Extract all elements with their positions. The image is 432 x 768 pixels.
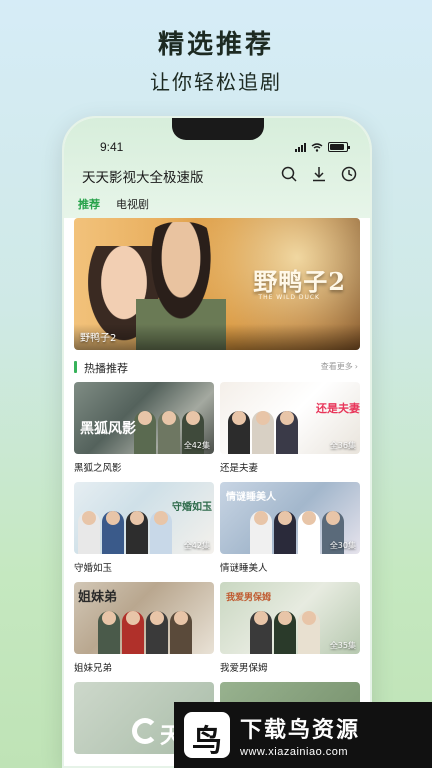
poster-title: 守婚如玉 <box>172 502 212 513</box>
promo-subtitle: 让你轻松追剧 <box>150 70 282 94</box>
show-card[interactable]: 姐妹弟 姐妹兄弟 <box>74 582 214 674</box>
watermark-url: www.xiazainiao.com <box>240 746 349 758</box>
watermark-logo-char: 鸟 <box>192 724 222 759</box>
banner-logo-en: THE WILD DUCK <box>258 294 320 301</box>
wifi-icon <box>311 142 323 152</box>
watermark-name: 下载鸟资源 <box>240 718 361 743</box>
show-title: 守婚如玉 <box>74 563 113 574</box>
watermark-banner: 鸟 下载鸟资源 www.xiazainiao.com <box>174 702 432 768</box>
battery-icon <box>328 142 350 152</box>
show-poster: 守婚如玉 全42集 <box>74 482 214 554</box>
section-accent-bar <box>74 361 77 373</box>
phone-notch <box>172 118 264 140</box>
show-poster: 黑狐风影 全42集 <box>74 382 214 454</box>
episode-count: 全42集 <box>183 441 210 450</box>
poster-title: 还是夫妻 <box>316 402 360 415</box>
brand-c-icon <box>132 718 158 744</box>
show-poster: 还是夫妻 全36集 <box>220 382 360 454</box>
show-card[interactable]: 黑狐风影 全42集 黑狐之风影 <box>74 382 214 474</box>
banner-logo-text: 野鸭子2 <box>253 267 346 296</box>
bird-logo-icon: 鸟 <box>184 712 230 759</box>
featured-banner[interactable]: 野鸭子2 THE WILD DUCK 野鸭子2 <box>74 218 360 350</box>
history-icon[interactable] <box>340 165 358 183</box>
episode-count: 全30集 <box>329 541 356 550</box>
show-poster: 我爱男保姆 全35集 <box>220 582 360 654</box>
show-card[interactable]: 情谜睡美人 全30集 情谜睡美人 <box>220 482 360 574</box>
poster-title: 黑狐风影 <box>80 421 136 437</box>
hot-section-header: 热播推荐 查看更多 › <box>74 358 360 376</box>
signal-icon <box>295 142 306 152</box>
phone-mockup: 9:41 天天影视大全极速版 推荐 电视剧 野鸭子2 THE WILD DUCK… <box>62 116 372 768</box>
banner-caption: 野鸭子2 <box>80 333 117 344</box>
search-icon[interactable] <box>280 165 298 183</box>
status-bar: 9:41 <box>64 140 370 160</box>
chevron-right-icon: › <box>354 362 358 371</box>
see-more-link[interactable]: 查看更多 › <box>321 361 358 372</box>
app-header: 天天影视大全极速版 <box>64 162 370 190</box>
show-poster: 情谜睡美人 全30集 <box>220 482 360 554</box>
show-card[interactable]: 我爱男保姆 全35集 我爱男保姆 <box>220 582 360 674</box>
poster-title: 我爱男保姆 <box>226 593 272 603</box>
show-poster: 姐妹弟 <box>74 582 214 654</box>
poster-title: 情谜睡美人 <box>226 492 276 503</box>
show-title: 姐妹兄弟 <box>74 663 113 674</box>
category-tabs: 推荐 电视剧 <box>78 196 149 212</box>
app-brand-logo: 天 <box>132 716 182 749</box>
tab-tv-series[interactable]: 电视剧 <box>116 196 149 212</box>
promo-title: 精选推荐 <box>157 30 274 60</box>
poster-title: 姐妹弟 <box>78 590 118 605</box>
tab-recommend[interactable]: 推荐 <box>78 196 100 212</box>
show-card[interactable]: 守婚如玉 全42集 守婚如玉 <box>74 482 214 574</box>
show-title: 情谜睡美人 <box>220 563 268 574</box>
section-title: 热播推荐 <box>84 362 128 375</box>
episode-count: 全42集 <box>183 541 210 550</box>
app-title: 天天影视大全极速版 <box>82 170 204 186</box>
show-card[interactable]: 还是夫妻 全36集 还是夫妻 <box>220 382 360 474</box>
episode-count: 全36集 <box>329 441 356 450</box>
show-title: 还是夫妻 <box>220 463 259 474</box>
see-more-label: 查看更多 <box>320 362 353 371</box>
show-title: 我爱男保姆 <box>220 663 268 674</box>
episode-count: 全35集 <box>329 641 356 650</box>
show-title: 黑狐之风影 <box>74 463 122 474</box>
status-time: 9:41 <box>100 140 124 154</box>
download-icon[interactable] <box>310 165 328 183</box>
